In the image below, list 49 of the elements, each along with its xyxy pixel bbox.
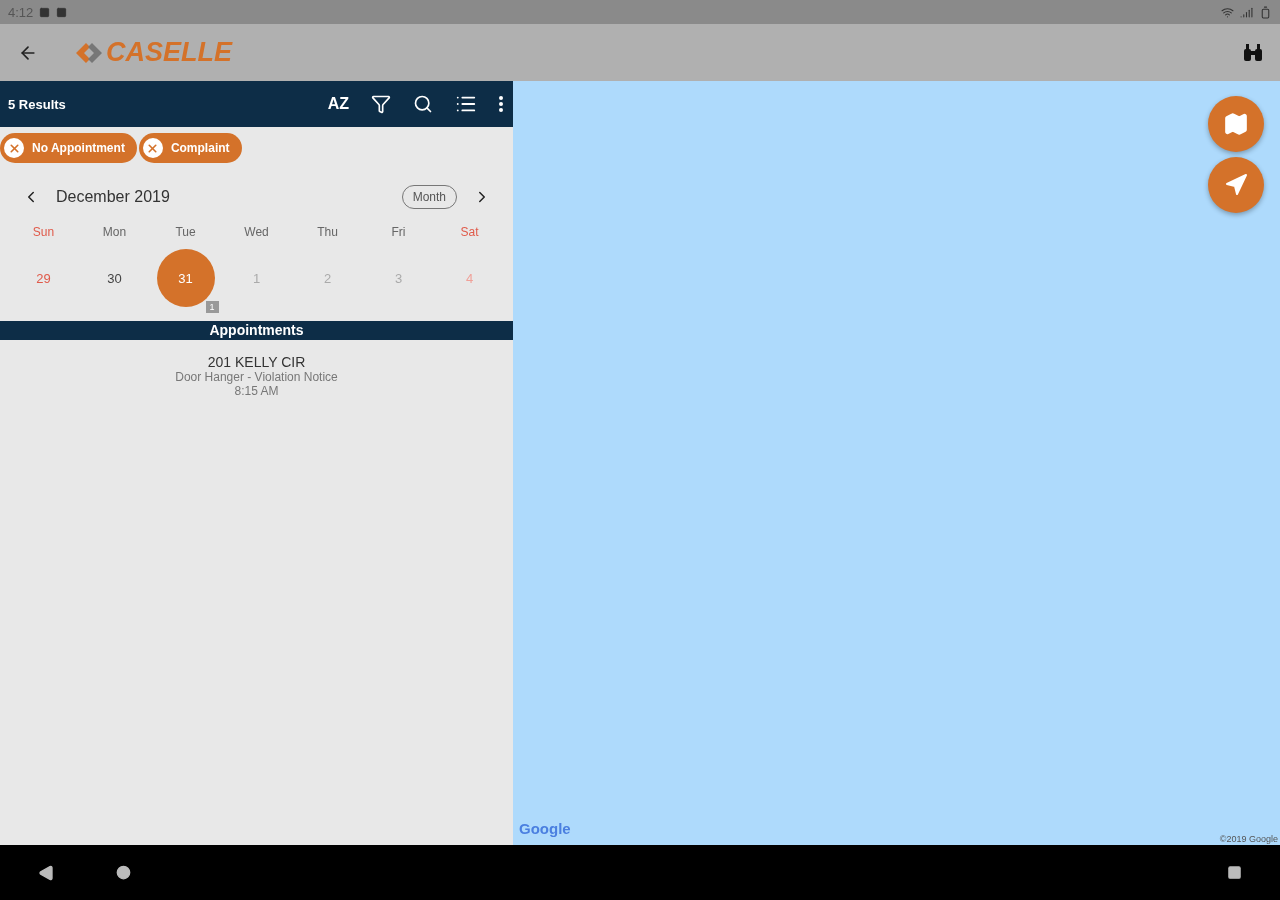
filter-icon [371,94,391,114]
weekday-label: Wed [243,224,270,239]
month-title: December 2019 [56,188,171,206]
sort-button[interactable]: AZ [327,95,349,113]
filter-chip[interactable]: Complaint [138,133,242,163]
search-button[interactable] [413,94,433,114]
map-area[interactable]: Google ©2019 Google [513,81,1280,845]
appointments-header: Appointments [0,321,513,340]
wifi-icon [1221,5,1234,19]
battery-icon [1259,5,1272,19]
more-menu-button[interactable] [499,96,503,112]
weekday-label: Thu [316,224,339,239]
weekday-label: Sat [459,224,480,239]
navigation-icon [1224,173,1248,197]
back-triangle-icon [38,864,54,881]
calendar-day[interactable]: 30 [85,249,144,307]
appointment-time: 8:15 AM [234,384,279,398]
home-circle-icon [116,865,131,880]
weekday-label: Fri [390,224,407,239]
app-logo: CASELLE [74,37,232,68]
appointment-address[interactable]: 201 KELLY CIR [207,354,306,370]
sd-card-icon [56,6,68,18]
map-copyright: ©2019 Google [1219,834,1278,844]
appointment-type: Door Hanger - Violation Notice [175,370,338,384]
event-count: 1 [205,301,219,313]
recents-square-icon [1227,865,1242,880]
more-icon [499,96,503,112]
filter-chip[interactable]: No Appointment [0,133,137,163]
weekday-label: Tue [174,224,197,239]
back-nav-button[interactable] [38,864,54,881]
close-icon [7,141,21,155]
weekday-label: Sun [31,224,56,239]
navigation-button[interactable] [1208,157,1264,213]
signal-icon [1240,5,1253,19]
results-count: 5 Results [8,96,67,112]
notification-icon [39,6,51,18]
map-icon [1223,111,1249,137]
recents-nav-button[interactable] [1227,865,1242,880]
calendar-day[interactable]: 3 [369,249,428,307]
filter-button[interactable] [371,94,391,114]
binoculars-icon[interactable] [1242,42,1264,63]
calendar-day[interactable]: 29 [14,249,73,307]
map-button[interactable] [1208,96,1264,152]
calendar-day[interactable]: 2 [298,249,357,307]
home-nav-button[interactable] [116,865,131,880]
calendar-day[interactable]: 1 [227,249,286,307]
search-icon [413,94,433,114]
map-logo: Google [519,820,571,837]
weekday-label: Mon [101,224,128,239]
